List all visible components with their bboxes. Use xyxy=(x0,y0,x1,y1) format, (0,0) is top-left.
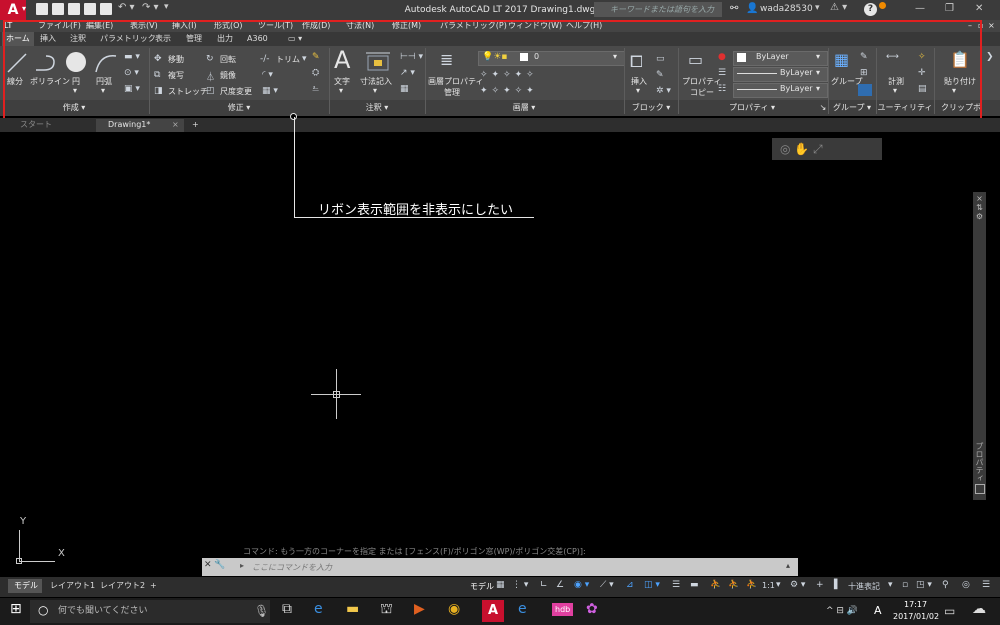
palette-label: プロパティ xyxy=(975,442,984,482)
doc-tab-drawing[interactable]: Drawing1* xyxy=(108,119,150,131)
help-icon[interactable]: ? xyxy=(864,3,877,16)
clean-screen-icon[interactable]: ◎ xyxy=(962,580,970,590)
cortana-search-box[interactable]: 何でも聞いてください xyxy=(30,600,270,623)
keyword-search-input[interactable]: キーワードまたは語句を入力 xyxy=(594,2,722,17)
isodraft-icon[interactable]: ⟋ ▾ xyxy=(600,580,614,590)
ribbon-overflow-chevron-icon[interactable]: ❯ xyxy=(986,52,994,62)
ribbon-highlight-box xyxy=(3,20,982,120)
auto-scale-icon[interactable]: ⛹ xyxy=(728,580,739,590)
units-chevron-icon[interactable]: ▾ xyxy=(888,580,893,590)
annotation-scale-icon[interactable]: ⛹ xyxy=(746,580,757,590)
user-icon[interactable]: 👤 xyxy=(746,3,758,14)
notification-dot-icon xyxy=(879,2,886,9)
polar-icon[interactable]: ∠ xyxy=(556,580,564,590)
command-close-icon[interactable]: ✕ 🔧 xyxy=(204,560,226,570)
clock-date[interactable]: 2017/01/02 xyxy=(893,612,939,621)
grid-icon[interactable]: ▦ xyxy=(496,580,505,590)
annotation-monitor-icon[interactable]: + xyxy=(816,580,824,590)
weather-icon[interactable]: ☁ xyxy=(972,601,986,617)
object-snap-icon[interactable]: ◫ ▾ xyxy=(644,580,660,590)
palette-pin-icon[interactable]: ⇅ xyxy=(973,203,986,212)
action-center-icon[interactable]: ▭ xyxy=(944,604,955,618)
close-icon[interactable]: ✕ xyxy=(975,3,983,14)
annotation-scale-value[interactable]: 1:1 xyxy=(762,581,775,590)
command-input[interactable] xyxy=(240,560,804,574)
units-value[interactable]: 十進表記 xyxy=(848,581,880,592)
restore-icon[interactable]: ❐ xyxy=(945,3,954,14)
properties-palette-collapsed[interactable]: × ⇅ ⚙ プロパティ xyxy=(973,192,986,500)
task-view-icon[interactable]: ⧉ xyxy=(282,601,292,617)
doc-tab-start[interactable]: スタート xyxy=(20,119,52,131)
add-layout-plus-icon[interactable]: + xyxy=(150,579,157,593)
command-history-toggle-icon[interactable]: ▴ xyxy=(786,561,790,570)
snap-icon[interactable]: ⋮ ▾ xyxy=(512,580,528,590)
ortho-icon[interactable]: ∟ xyxy=(540,580,548,590)
ucs-y-label: Y xyxy=(20,516,27,527)
hdb-app-icon[interactable]: hdb xyxy=(552,603,574,616)
palette-icon xyxy=(975,484,985,494)
annotation-scale-chevron-icon[interactable]: ▾ xyxy=(776,580,781,590)
callout-leader-vertical xyxy=(294,117,295,217)
binoculars-icon[interactable]: ⚯ xyxy=(730,3,738,14)
dynamic-input-icon[interactable]: ⊿ xyxy=(626,580,634,590)
autocad-taskbar-icon[interactable]: A xyxy=(482,600,504,622)
layout-tab-layout2[interactable]: レイアウト2 xyxy=(100,579,145,593)
navigation-bar-widget[interactable]: ◎ ✋ ⤢ xyxy=(772,138,882,160)
palette-settings-icon[interactable]: ⚙ xyxy=(973,212,986,221)
paint-app-icon[interactable]: ✿ xyxy=(586,601,598,617)
crosshair-pickbox xyxy=(333,391,340,398)
lock-ui-icon[interactable]: ◳ ▾ xyxy=(916,580,932,590)
lineweight-display-icon[interactable]: ☰ xyxy=(672,580,680,590)
store-icon[interactable]: ⛫ xyxy=(380,601,393,619)
minimize-icon[interactable]: — xyxy=(915,3,925,14)
ime-indicator[interactable]: A xyxy=(874,604,882,617)
ucs-origin-icon xyxy=(16,558,22,564)
a360-icon[interactable]: ⚠ ▾ xyxy=(830,2,847,13)
command-history: コマンド: もう一方のコーナーを指定 または [フェンス(F)/ポリゴン窓(WP… xyxy=(243,547,586,556)
palette-close-icon[interactable]: × xyxy=(973,194,986,203)
units-divider-icon: ▌ xyxy=(834,580,841,590)
layout-tab-layout1[interactable]: レイアウト1 xyxy=(50,579,95,593)
quick-properties-icon[interactable]: ▫ xyxy=(902,580,908,590)
workspace-gear-icon[interactable]: ⚙ ▾ xyxy=(790,580,805,590)
microphone-icon[interactable]: 🎙 xyxy=(254,604,269,618)
status-model-space[interactable]: モデル xyxy=(470,581,494,592)
new-tab-plus-icon[interactable]: + xyxy=(192,119,199,131)
username[interactable]: wada28530 xyxy=(760,4,813,14)
chrome-icon[interactable]: ◉ xyxy=(448,601,460,617)
signin-chevron-icon[interactable]: ▾ xyxy=(815,3,820,13)
doc-tab-close-icon[interactable]: × xyxy=(172,119,179,131)
menubar-close-icon[interactable]: × xyxy=(988,20,995,32)
ie-icon[interactable]: e xyxy=(518,601,527,617)
isolate-objects-icon[interactable]: ⚲ xyxy=(942,580,949,590)
tray-icons[interactable]: ^ ⊟ 🔊 xyxy=(826,606,858,616)
ucs-x-axis xyxy=(19,561,55,562)
file-explorer-icon[interactable]: ▬ xyxy=(346,601,359,617)
layout-tab-model[interactable]: モデル xyxy=(14,579,38,593)
cortana-circle-icon: ○ xyxy=(38,603,49,617)
window-title: Autodesk AutoCAD LT 2017 Drawing1.dwg xyxy=(404,5,596,15)
osnap-tracking-icon[interactable]: ◉ ▾ xyxy=(574,580,589,590)
customization-menu-icon[interactable]: ☰ xyxy=(982,580,990,590)
annotation-callout-text: リボン表示範囲を非表示にしたい xyxy=(318,203,514,218)
ucs-x-label: X xyxy=(58,548,65,559)
windows-start-icon[interactable]: ⊞ xyxy=(10,601,22,617)
annotation-visibility-icon[interactable]: ⛹ xyxy=(710,580,721,590)
transparency-icon[interactable]: ▬ xyxy=(690,580,699,590)
media-player-icon[interactable]: ▶ xyxy=(414,601,425,617)
edge-icon[interactable]: e xyxy=(314,601,323,617)
clock-time[interactable]: 17:17 xyxy=(904,600,927,609)
